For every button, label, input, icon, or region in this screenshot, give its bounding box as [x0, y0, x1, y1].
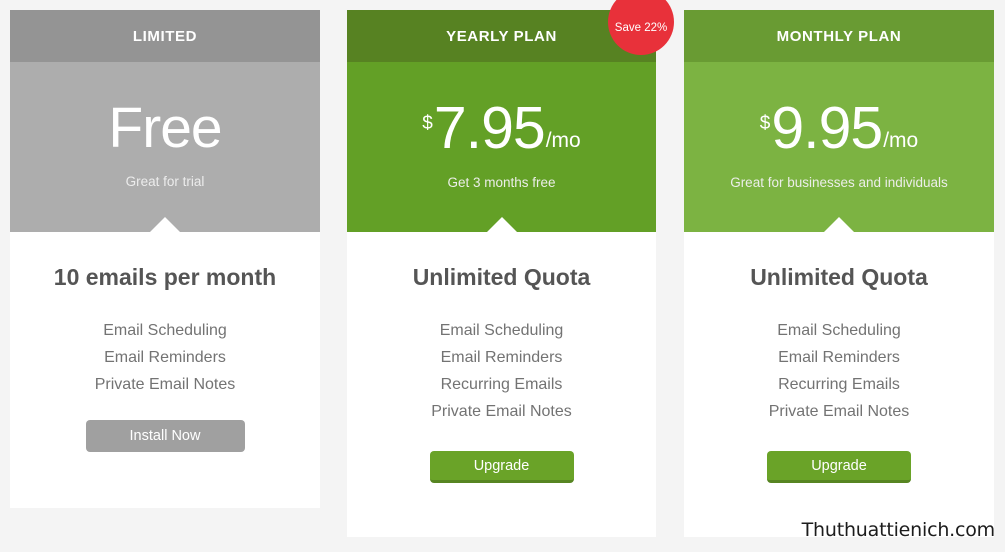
- notch-triangle-icon: [150, 217, 180, 232]
- plan-quota: Unlimited Quota: [750, 264, 928, 290]
- upgrade-button-yearly[interactable]: Upgrade: [429, 451, 574, 483]
- list-item: Email Scheduling: [777, 322, 901, 339]
- list-item: Private Email Notes: [94, 376, 236, 393]
- save-badge-label: Save 22%: [614, 22, 668, 34]
- notch-triangle-icon: [824, 217, 854, 232]
- pricing-card-monthly[interactable]: MONTHLY PLAN $ 9.95 /mo Great for busine…: [684, 10, 994, 537]
- card-body-monthly: Unlimited Quota Email Scheduling Email R…: [684, 232, 994, 483]
- feature-list: Email Scheduling Email Reminders Recurri…: [347, 317, 656, 425]
- price-period: /mo: [545, 128, 581, 152]
- pricing-card-limited[interactable]: LIMITED Free Great for trial 10 emails p…: [10, 10, 320, 508]
- install-now-button[interactable]: Install Now: [85, 420, 245, 452]
- plan-title: MONTHLY PLAN: [776, 27, 902, 45]
- list-item: Email Reminders: [440, 349, 563, 366]
- price-row: $ 9.95 /mo: [759, 95, 919, 162]
- plan-quota: Unlimited Quota: [412, 264, 591, 290]
- list-item: Email Reminders: [778, 349, 900, 366]
- card-body-limited: 10 emails per month Email Scheduling Ema…: [10, 232, 320, 452]
- price-band-limited: Free Great for trial: [10, 62, 320, 232]
- price-subtitle: Great for trial: [125, 173, 205, 189]
- price-currency: $: [422, 113, 433, 135]
- price-amount: 7.95: [433, 95, 546, 162]
- upgrade-button-monthly[interactable]: Upgrade: [767, 451, 911, 483]
- list-item: Recurring Emails: [440, 376, 563, 393]
- feature-list: Email Scheduling Email Reminders Recurri…: [684, 317, 994, 425]
- card-header-monthly: MONTHLY PLAN: [684, 10, 994, 62]
- price-period: /mo: [883, 128, 919, 152]
- list-item: Private Email Notes: [431, 403, 572, 420]
- pricing-card-yearly[interactable]: YEARLY PLAN $ 7.95 /mo Get 3 months free…: [347, 10, 656, 537]
- plan-title: LIMITED: [132, 27, 198, 45]
- card-header-limited: LIMITED: [10, 10, 320, 62]
- list-item: Email Scheduling: [103, 322, 227, 339]
- card-body-yearly: Unlimited Quota Email Scheduling Email R…: [347, 232, 656, 483]
- price-currency: $: [759, 113, 771, 135]
- plan-title: YEARLY PLAN: [446, 27, 557, 45]
- price-subtitle: Great for businesses and individuals: [730, 174, 948, 190]
- price-amount: Free: [108, 96, 222, 161]
- list-item: Recurring Emails: [778, 376, 900, 393]
- price-band-monthly: $ 9.95 /mo Great for businesses and indi…: [684, 62, 994, 232]
- price-row: Free: [107, 96, 222, 161]
- list-item: Email Scheduling: [439, 322, 564, 339]
- price-amount: 9.95: [771, 95, 883, 162]
- feature-list: Email Scheduling Email Reminders Private…: [10, 317, 320, 398]
- price-row: $ 7.95 /mo: [422, 95, 581, 162]
- pricing-table: LIMITED Free Great for trial 10 emails p…: [0, 0, 1005, 552]
- notch-triangle-icon: [486, 217, 517, 232]
- plan-quota: 10 emails per month: [53, 264, 277, 290]
- list-item: Private Email Notes: [768, 403, 910, 420]
- price-subtitle: Get 3 months free: [447, 174, 556, 190]
- list-item: Email Reminders: [104, 349, 226, 366]
- watermark: Thuthuattienich.com: [801, 519, 996, 541]
- price-band-yearly: $ 7.95 /mo Get 3 months free: [347, 62, 656, 232]
